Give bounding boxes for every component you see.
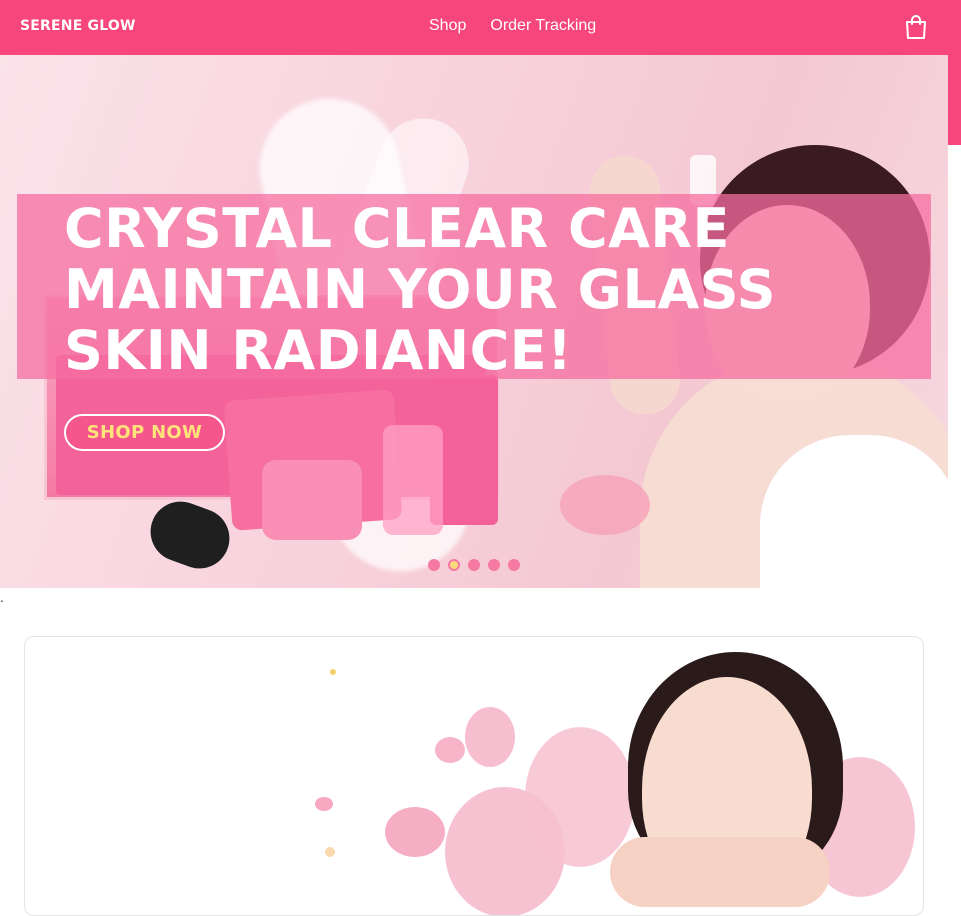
- nav-link-shop[interactable]: Shop: [429, 17, 466, 35]
- carousel-dot-4[interactable]: [488, 559, 500, 571]
- navbar: SERENE GLOW Shop Order Tracking: [0, 0, 961, 55]
- hero-flower: [560, 475, 650, 535]
- stray-text: .: [0, 591, 4, 605]
- nav-links: Shop Order Tracking: [429, 17, 596, 35]
- scroll-accent: [948, 55, 961, 145]
- shopping-bag-icon[interactable]: [904, 14, 928, 40]
- carousel-dot-3[interactable]: [468, 559, 480, 571]
- hero-headline: CRYSTAL CLEAR CARE MAINTAIN YOUR GLASS S…: [64, 197, 777, 382]
- hero-model-top: [760, 435, 948, 588]
- shop-now-button[interactable]: SHOP NOW: [64, 414, 225, 451]
- carousel-dot-1[interactable]: [428, 559, 440, 571]
- carousel-dot-2[interactable]: [448, 559, 460, 571]
- flower-cluster: [525, 727, 635, 867]
- product-serum-bottle: [383, 425, 443, 535]
- petal: [385, 807, 445, 857]
- brand-logo[interactable]: SERENE GLOW: [20, 18, 136, 34]
- promo-card: [24, 636, 924, 916]
- petal: [465, 707, 515, 767]
- petal: [315, 797, 333, 811]
- nav-link-order-tracking[interactable]: Order Tracking: [490, 17, 596, 35]
- carousel-dot-5[interactable]: [508, 559, 520, 571]
- sparkle-dot: [330, 669, 336, 675]
- sparkle-dot: [325, 847, 335, 857]
- card-model-hands: [610, 837, 830, 907]
- carousel-dots: [428, 559, 520, 571]
- product-day-cream-jar: [262, 460, 362, 540]
- product-cap: [142, 493, 238, 577]
- petal: [435, 737, 465, 763]
